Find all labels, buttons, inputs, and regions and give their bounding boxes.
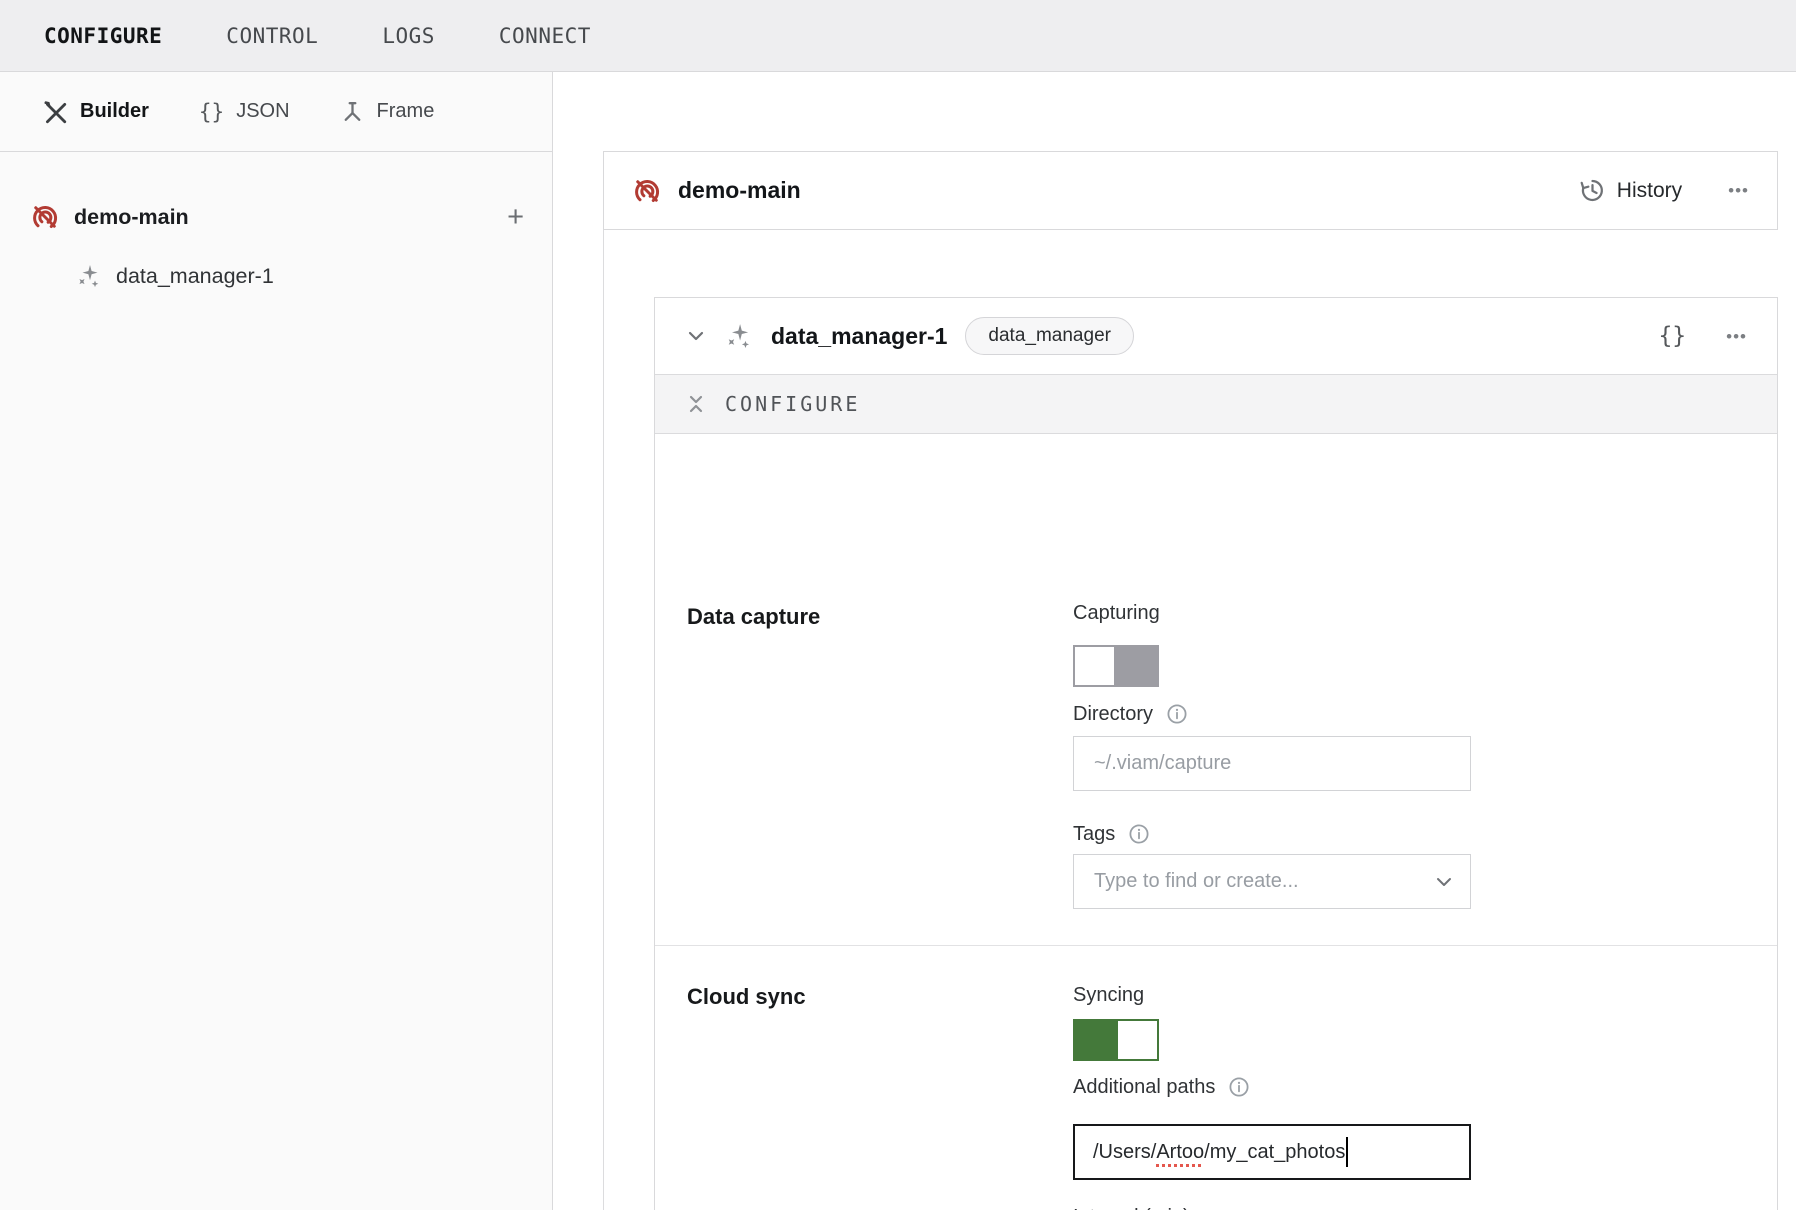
- tab-builder-label: Builder: [80, 100, 149, 123]
- path-text-misspelled: Artoo: [1156, 1141, 1204, 1164]
- part-menu-button[interactable]: •••: [1728, 182, 1749, 199]
- chevron-down-icon[interactable]: [685, 325, 707, 347]
- tree-item-label: data_manager-1: [116, 264, 274, 289]
- add-component-button[interactable]: +: [507, 203, 524, 232]
- sparkles-icon: [725, 322, 753, 350]
- sparkles-icon: [76, 263, 102, 289]
- viam-configure-page: CONFIGURE CONTROL LOGS CONNECT Builder {…: [0, 0, 1796, 1210]
- toggle-knob: [1116, 1019, 1159, 1061]
- top-nav: CONFIGURE CONTROL LOGS CONNECT: [0, 0, 1796, 72]
- additional-paths-input[interactable]: /Users/Artoo/my_cat_photos: [1073, 1124, 1471, 1180]
- builder-mode-tabs: Builder {} JSON Frame: [0, 72, 552, 152]
- capturing-toggle[interactable]: [1073, 645, 1159, 687]
- tags-combobox: [1073, 854, 1471, 909]
- configure-section-label: CONFIGURE: [725, 392, 860, 416]
- braces-icon: {}: [199, 100, 224, 124]
- history-icon: [1579, 177, 1606, 204]
- syncing-toggle[interactable]: [1073, 1019, 1159, 1061]
- additional-paths-label-text: Additional paths: [1073, 1076, 1215, 1099]
- tab-builder[interactable]: Builder: [42, 99, 149, 125]
- info-icon[interactable]: [1165, 702, 1189, 726]
- frame-icon: [340, 99, 365, 124]
- history-label: History: [1617, 179, 1682, 203]
- path-text: /Users/: [1093, 1141, 1156, 1164]
- tab-json-label: JSON: [236, 100, 289, 123]
- tab-frame-label: Frame: [377, 100, 435, 123]
- resource-card-data-manager: data_manager-1 data_manager {} ••• CONFI…: [654, 297, 1778, 1210]
- directory-label: Directory: [1073, 702, 1189, 726]
- resource-title: data_manager-1: [771, 323, 947, 350]
- cloud-sync-heading: Cloud sync: [687, 984, 806, 1010]
- offline-icon: [30, 202, 60, 232]
- offline-icon: [632, 176, 662, 206]
- tools-icon: [42, 99, 68, 125]
- tab-connect[interactable]: CONNECT: [499, 24, 591, 48]
- tab-configure[interactable]: CONFIGURE: [44, 24, 162, 48]
- tab-logs[interactable]: LOGS: [382, 24, 435, 48]
- main-panel: demo-main History •••: [554, 72, 1796, 1210]
- collapse-vertical-icon: [685, 392, 707, 416]
- data-capture-heading: Data capture: [687, 604, 820, 630]
- configure-section-bar[interactable]: CONFIGURE: [655, 374, 1777, 434]
- syncing-label: Syncing: [1073, 984, 1144, 1007]
- resource-card-header: data_manager-1 data_manager {} •••: [655, 298, 1777, 374]
- toggle-knob: [1073, 645, 1116, 687]
- capturing-label: Capturing: [1073, 602, 1160, 625]
- section-divider: [655, 945, 1777, 946]
- tree-item-demo-main[interactable]: demo-main +: [0, 194, 552, 240]
- directory-input[interactable]: [1073, 736, 1471, 791]
- braces-icon[interactable]: {}: [1658, 323, 1686, 349]
- path-text: /my_cat_photos: [1204, 1141, 1345, 1164]
- tab-frame[interactable]: Frame: [340, 99, 435, 124]
- resource-card-body: Data capture Capturing Directory: [655, 434, 1777, 1210]
- info-icon[interactable]: [1227, 1075, 1251, 1099]
- tree-item-label: demo-main: [74, 205, 189, 230]
- sidebar: Builder {} JSON Frame: [0, 72, 553, 1210]
- tab-json[interactable]: {} JSON: [199, 100, 290, 124]
- additional-paths-label: Additional paths: [1073, 1075, 1251, 1099]
- part-card-demo-main: demo-main History •••: [603, 151, 1778, 230]
- info-icon[interactable]: [1127, 822, 1151, 846]
- tree-connector-line: [603, 230, 604, 1210]
- tags-input[interactable]: [1073, 854, 1471, 909]
- tab-control[interactable]: CONTROL: [226, 24, 318, 48]
- part-title: demo-main: [678, 177, 801, 204]
- directory-label-text: Directory: [1073, 703, 1153, 726]
- tags-label: Tags: [1073, 822, 1151, 846]
- tags-label-text: Tags: [1073, 823, 1115, 846]
- history-button[interactable]: History: [1579, 177, 1682, 204]
- resource-type-badge: data_manager: [965, 317, 1134, 355]
- resource-menu-button[interactable]: •••: [1726, 328, 1747, 345]
- text-cursor: [1346, 1137, 1348, 1167]
- interval-label: Interval (min): [1073, 1206, 1190, 1210]
- tree-item-data-manager-1[interactable]: data_manager-1: [0, 256, 552, 296]
- resource-tree: demo-main + data_manager-1: [0, 152, 552, 296]
